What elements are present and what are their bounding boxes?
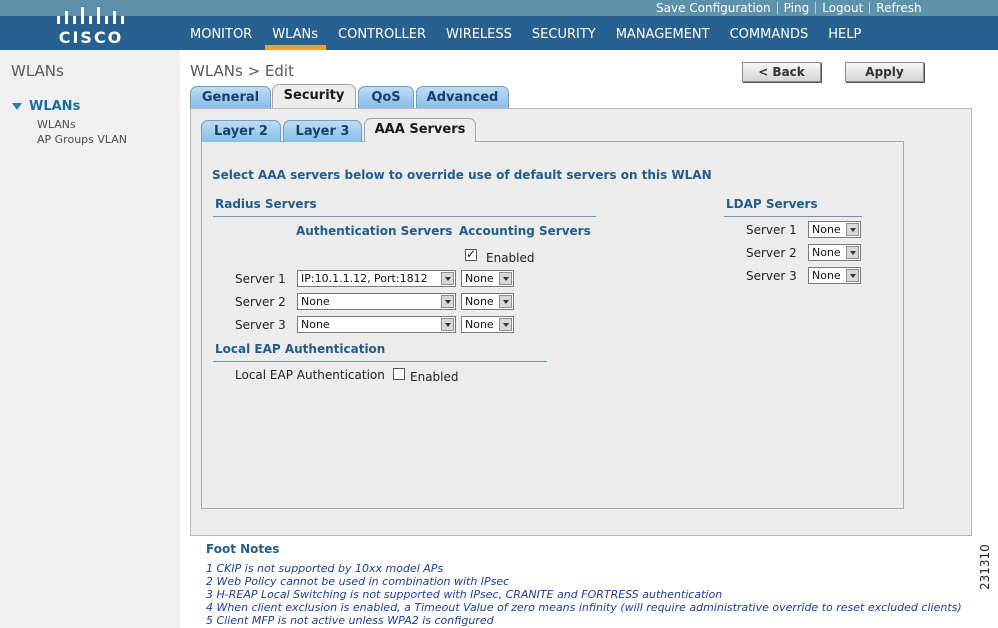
- local-eap-enabled-label: Enabled: [410, 370, 459, 384]
- radius-server-1-label: Server 1: [235, 272, 286, 286]
- ldap-server-1-select[interactable]: None: [808, 221, 861, 238]
- back-button[interactable]: < Back: [742, 62, 821, 82]
- dropdown-arrow-icon[interactable]: [441, 272, 454, 285]
- main-nav: MONITOR WLANs CONTROLLER WIRELESS SECURI…: [190, 27, 881, 50]
- accounting-servers-header: Accounting Servers: [459, 224, 591, 238]
- nav-management[interactable]: MANAGEMENT: [616, 27, 710, 45]
- sidebar-item-ap-groups-vlan[interactable]: AP Groups VLAN: [37, 133, 127, 146]
- sidebar-section-wlans[interactable]: WLANs: [12, 99, 80, 114]
- tab-advanced[interactable]: Advanced: [416, 86, 509, 108]
- ldap-server-1-label: Server 1: [746, 223, 797, 237]
- subtab-layer-2[interactable]: Layer 2: [201, 120, 281, 142]
- nav-wlans[interactable]: WLANs: [265, 27, 326, 50]
- sidebar: WLANs WLANs WLANs AP Groups VLAN: [0, 50, 180, 628]
- auth-server-1-value: IP:10.1.1.12, Port:1812: [301, 272, 428, 285]
- footnotes-title: Foot Notes: [206, 542, 280, 556]
- apply-button[interactable]: Apply: [845, 62, 924, 82]
- ldap-server-2-select[interactable]: None: [808, 244, 861, 261]
- radius-divider: [213, 216, 596, 217]
- ldap-server-3-label: Server 3: [746, 269, 797, 283]
- acct-server-2-value: None: [465, 295, 494, 308]
- dropdown-arrow-icon[interactable]: [846, 223, 859, 236]
- dropdown-arrow-icon[interactable]: [441, 318, 454, 331]
- sidebar-title: WLANs: [11, 62, 64, 80]
- radius-server-2-label: Server 2: [235, 295, 286, 309]
- accounting-enabled-checkbox[interactable]: [465, 247, 477, 261]
- aaa-intro-text: Select AAA servers below to override use…: [212, 168, 712, 182]
- auth-server-1-select[interactable]: IP:10.1.1.12, Port:1812: [297, 270, 456, 287]
- dropdown-arrow-icon[interactable]: [499, 295, 512, 308]
- acct-server-1-select[interactable]: None: [461, 270, 514, 287]
- nav-security[interactable]: SECURITY: [532, 27, 596, 45]
- save-configuration-link[interactable]: Save Configuration: [650, 1, 777, 15]
- footnote-item: 2 Web Policy cannot be used in combinati…: [206, 575, 510, 588]
- sidebar-item-wlans[interactable]: WLANs: [37, 118, 76, 131]
- expand-triangle-icon[interactable]: [12, 103, 22, 110]
- ldap-server-1-value: None: [812, 223, 841, 236]
- radius-servers-heading: Radius Servers: [215, 197, 317, 211]
- dropdown-arrow-icon[interactable]: [441, 295, 454, 308]
- acct-server-1-value: None: [465, 272, 494, 285]
- ldap-server-3-select[interactable]: None: [808, 267, 861, 284]
- nav-monitor[interactable]: MONITOR: [190, 27, 252, 45]
- auth-server-2-select[interactable]: None: [297, 293, 456, 310]
- ldap-server-3-value: None: [812, 269, 841, 282]
- dropdown-arrow-icon[interactable]: [846, 269, 859, 282]
- auth-server-3-select[interactable]: None: [297, 316, 456, 333]
- nav-controller[interactable]: CONTROLLER: [338, 27, 426, 45]
- subtab-layer-3[interactable]: Layer 3: [283, 120, 362, 142]
- refresh-link[interactable]: Refresh: [870, 1, 927, 15]
- ldap-servers-heading: LDAP Servers: [726, 197, 818, 211]
- ldap-server-2-label: Server 2: [746, 246, 797, 260]
- page-title: WLANs > Edit: [190, 62, 294, 80]
- nav-wireless[interactable]: WIRELESS: [446, 27, 512, 45]
- tab-qos[interactable]: QoS: [358, 86, 414, 108]
- auth-server-3-value: None: [301, 318, 330, 331]
- ping-link[interactable]: Ping: [778, 1, 816, 15]
- authentication-servers-header: Authentication Servers: [296, 224, 453, 238]
- footnote-item: 4 When client exclusion is enabled, a Ti…: [206, 601, 962, 614]
- cisco-logo: CISCO: [50, 4, 132, 47]
- subtab-aaa-servers[interactable]: AAA Servers: [364, 118, 476, 142]
- figure-number: 231310: [978, 544, 992, 590]
- cisco-wordmark: CISCO: [58, 28, 124, 47]
- footnote-item: 1 CKIP is not supported by 10xx model AP…: [206, 562, 444, 575]
- dropdown-arrow-icon[interactable]: [499, 272, 512, 285]
- ldap-server-2-value: None: [812, 246, 841, 259]
- auth-server-2-value: None: [301, 295, 330, 308]
- acct-server-3-select[interactable]: None: [461, 316, 514, 333]
- footnote-item: 3 H-REAP Local Switching is not supporte…: [206, 588, 723, 601]
- local-eap-heading: Local EAP Authentication: [215, 342, 386, 356]
- ldap-divider: [724, 216, 862, 217]
- top-header: CISCO Save Configuration Ping Logout Ref…: [0, 0, 998, 50]
- radius-server-3-label: Server 3: [235, 318, 286, 332]
- local-eap-divider: [213, 361, 547, 362]
- local-eap-label: Local EAP Authentication: [235, 368, 385, 382]
- accounting-enabled-label: Enabled: [486, 251, 535, 265]
- tab-general[interactable]: General: [190, 86, 271, 108]
- logout-link[interactable]: Logout: [816, 1, 869, 15]
- dropdown-arrow-icon[interactable]: [846, 246, 859, 259]
- utility-links: Save Configuration Ping Logout Refresh: [650, 1, 928, 15]
- dropdown-arrow-icon[interactable]: [499, 318, 512, 331]
- sidebar-section-label: WLANs: [29, 99, 81, 114]
- nav-help[interactable]: HELP: [828, 27, 861, 45]
- local-eap-enabled-checkbox[interactable]: [393, 368, 405, 380]
- tab-security[interactable]: Security: [272, 84, 356, 108]
- footnote-item: 5 Client MFP is not active unless WPA2 i…: [206, 614, 494, 627]
- nav-commands[interactable]: COMMANDS: [730, 27, 809, 45]
- acct-server-2-select[interactable]: None: [461, 293, 514, 310]
- acct-server-3-value: None: [465, 318, 494, 331]
- cisco-bridge-icon: [57, 7, 124, 24]
